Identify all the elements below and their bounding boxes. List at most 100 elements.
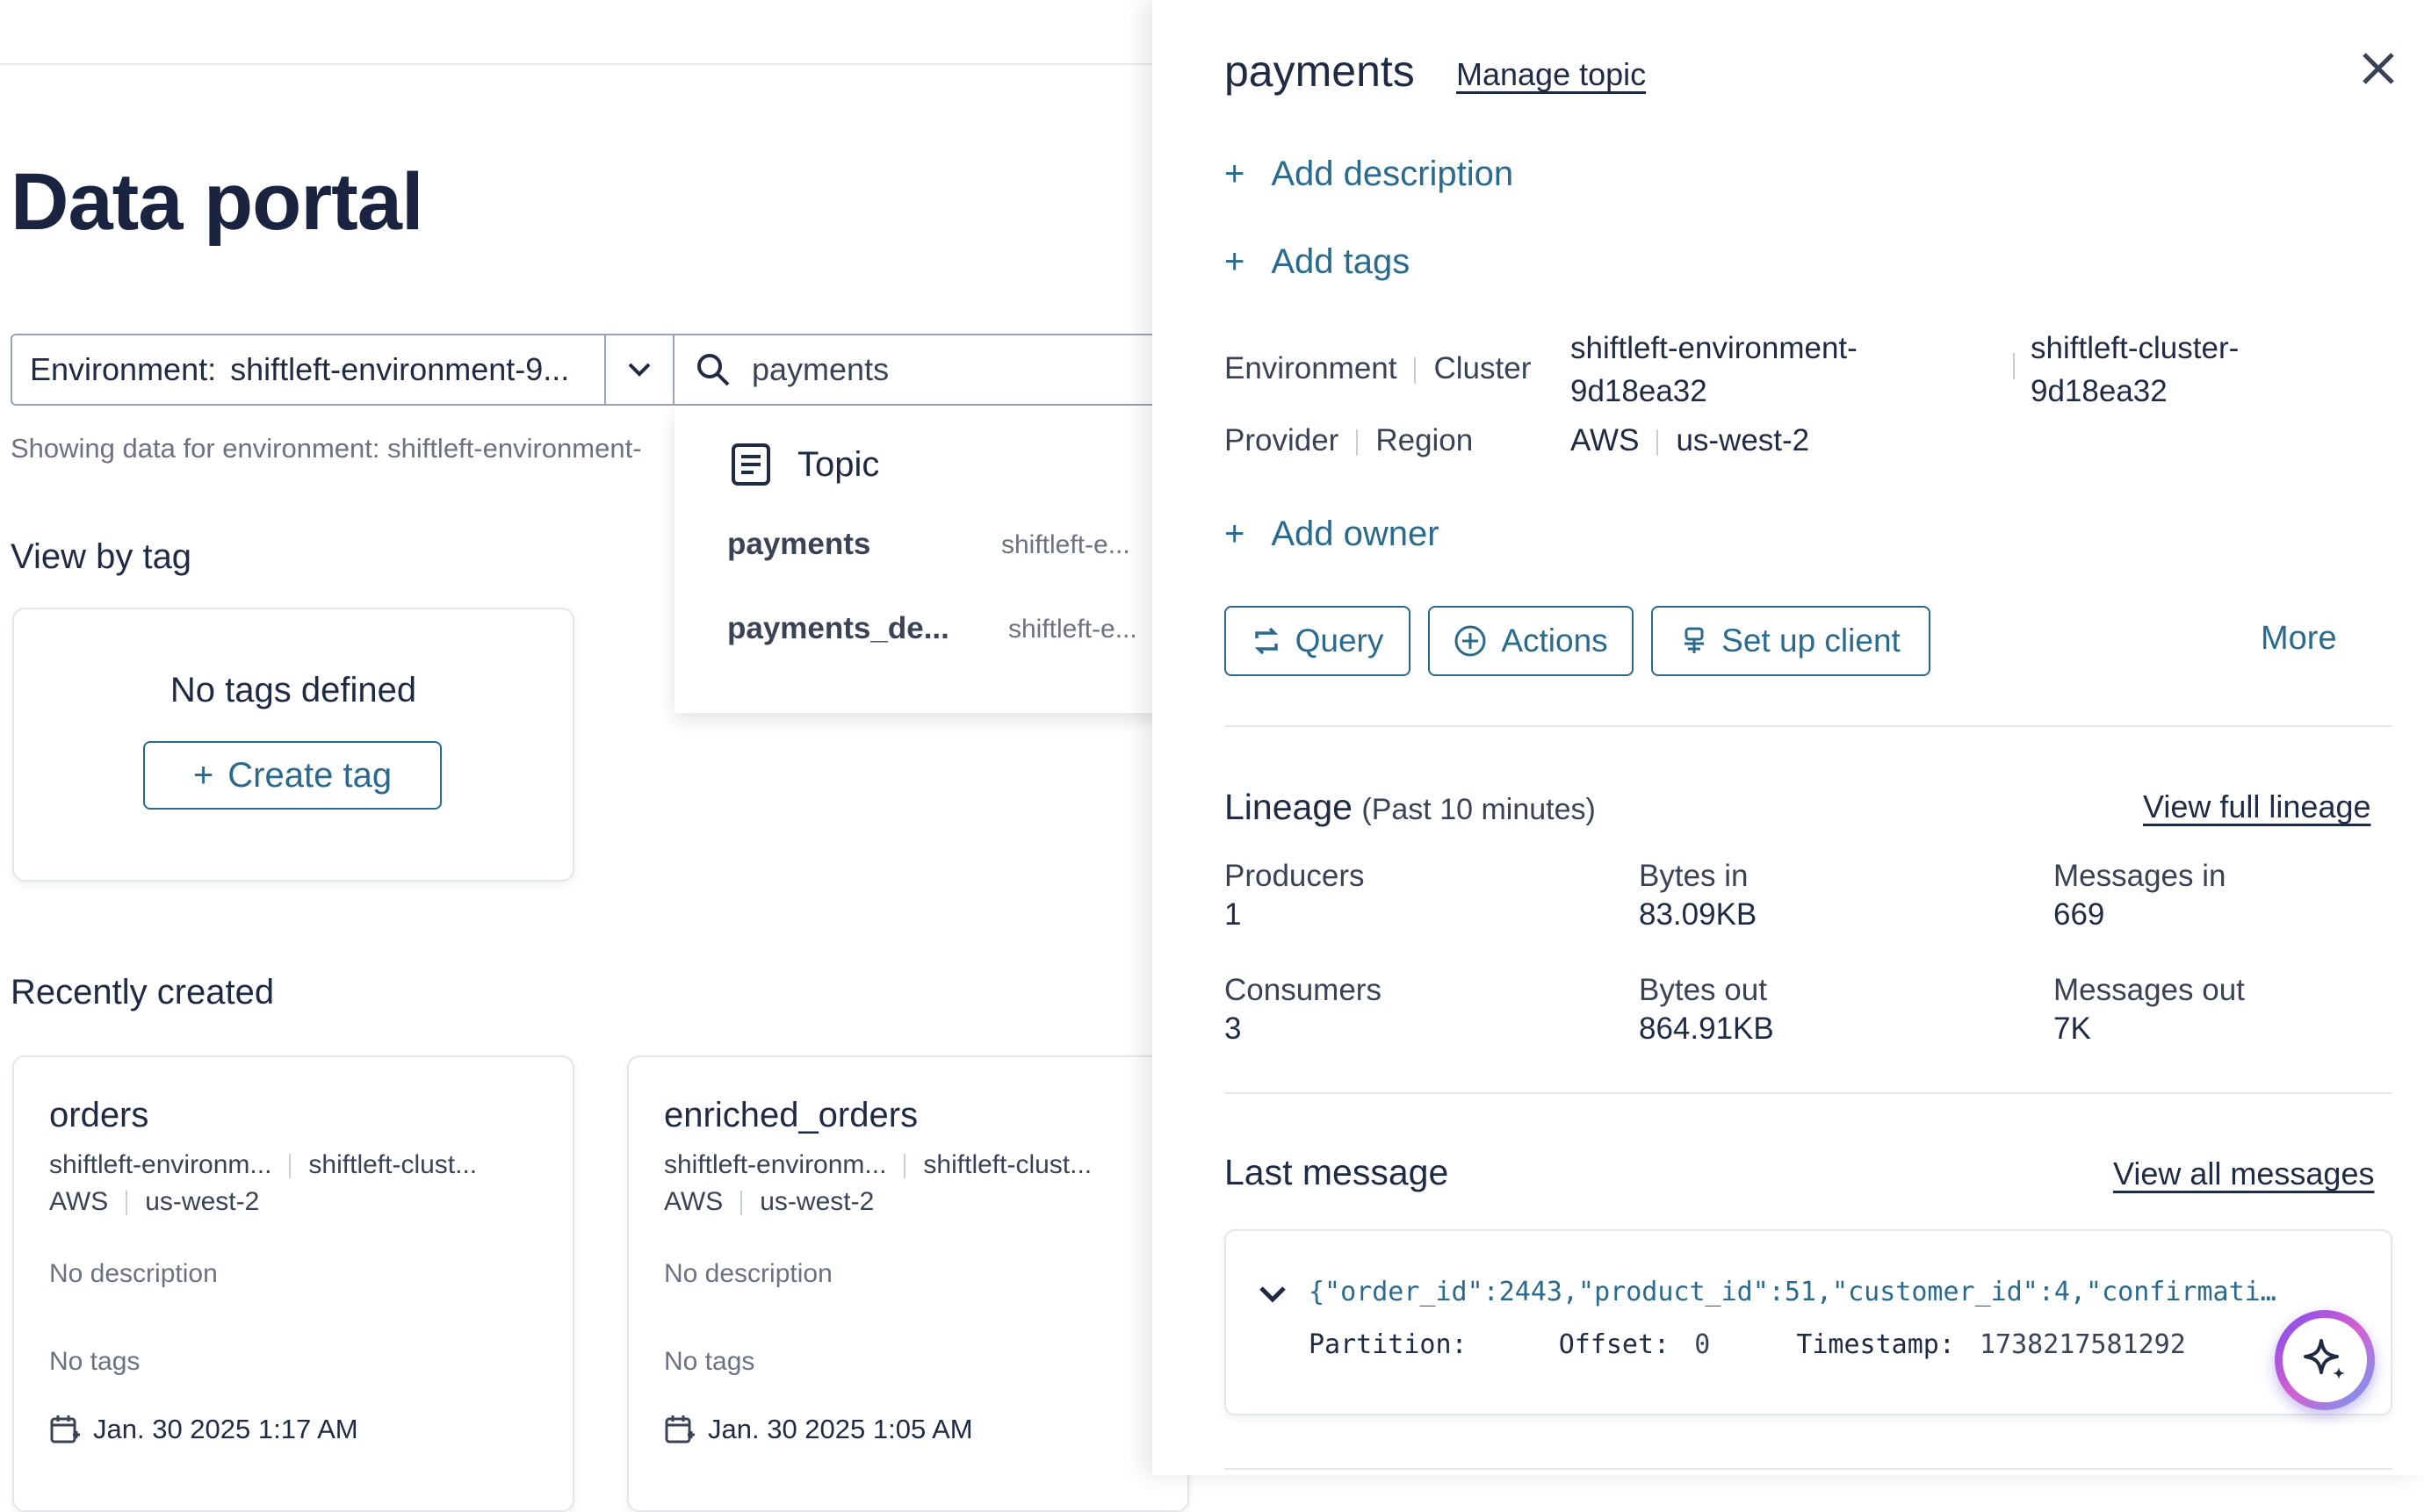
ai-assistant-button[interactable] (2275, 1310, 2375, 1410)
topic-card-orders[interactable]: orders shiftleft-environm... shiftleft-cl… (12, 1055, 574, 1512)
result-name: payments_de... (727, 611, 949, 645)
panel-title: payments (1224, 47, 1415, 96)
top-divider (0, 63, 1159, 65)
topic-card-enriched-orders[interactable]: enriched_orders shiftleft-environm... shi… (627, 1055, 1189, 1512)
add-description-label: Add description (1271, 155, 1514, 193)
no-tags-text: No tags defined (170, 671, 417, 709)
plus-circle-icon (1454, 625, 1486, 657)
close-button[interactable] (2359, 49, 2398, 88)
timestamp-value: 1738217581292 (1980, 1329, 2186, 1360)
result-env: shiftleft-e... (1008, 615, 1137, 644)
last-message-title: Last message (1224, 1152, 1449, 1192)
add-description-button[interactable]: + Add description (1224, 155, 1513, 194)
stat-value: 3 (1224, 1012, 1242, 1046)
card-title: enriched_orders (664, 1096, 919, 1134)
card-env: shiftleft-environm... (49, 1150, 272, 1179)
card-date: Jan. 30 2025 1:17 AM (93, 1414, 358, 1444)
view-full-lineage-link[interactable]: View full lineage (2143, 788, 2371, 825)
meta-separator (2013, 353, 2015, 379)
stat-label: Bytes out (1639, 973, 1767, 1007)
card-provider: AWS (49, 1187, 109, 1216)
plus-icon: + (192, 755, 214, 795)
client-icon (1685, 627, 1705, 653)
cluster-meta-value: shiftleft-cluster- (2031, 331, 2240, 365)
message-card: {"order_id":2443,"product_id":51,"custom… (1224, 1229, 2392, 1415)
cluster-meta-value-2: 9d18ea32 (2031, 374, 2168, 408)
offset-value: 0 (1694, 1329, 1711, 1360)
actions-button[interactable]: Actions (1428, 606, 1634, 676)
environment-label: Environment: (30, 351, 217, 387)
region-meta-label: Region (1375, 423, 1474, 457)
divider (1224, 725, 2392, 727)
tags-card: No tags defined + Create tag (12, 608, 574, 882)
card-env: shiftleft-environm... (664, 1150, 887, 1179)
card-region: us-west-2 (760, 1187, 875, 1216)
card-date: Jan. 30 2025 1:05 AM (708, 1414, 973, 1444)
stat-label: Producers (1224, 859, 1365, 893)
region-meta-value: us-west-2 (1676, 423, 1810, 457)
more-button[interactable]: More (2261, 620, 2337, 658)
card-description: No description (664, 1259, 833, 1288)
close-icon (2363, 53, 2394, 84)
lineage-subtitle: (Past 10 minutes) (1361, 793, 1596, 826)
card-tags: No tags (49, 1347, 141, 1376)
chevron-down-icon (1259, 1286, 1286, 1303)
provider-meta-label: Provider (1224, 423, 1339, 457)
card-title: orders (49, 1096, 149, 1134)
add-owner-button[interactable]: + Add owner (1224, 515, 1439, 554)
add-tags-label: Add tags (1271, 242, 1410, 281)
card-tags: No tags (664, 1347, 755, 1376)
stat-bytes-out: Bytes out 864.91KB (1639, 973, 1774, 1047)
add-tags-button[interactable]: + Add tags (1224, 242, 1410, 282)
search-results-dropdown: Topic payments shiftleft-e... payments_d… (675, 406, 1166, 713)
search-value: payments (752, 351, 890, 387)
cluster-meta-label: Cluster (1433, 351, 1532, 385)
stat-value: 7K (2053, 1012, 2091, 1046)
divider (1224, 1468, 2392, 1470)
stat-value: 83.09KB (1639, 897, 1757, 932)
environment-value: shiftleft-environment-9... (230, 351, 570, 387)
plus-icon: + (1224, 242, 1245, 281)
setup-client-button[interactable]: Set up client (1651, 606, 1930, 676)
card-description: No description (49, 1259, 218, 1288)
environment-select[interactable]: Environment: shiftleft-environment-9... (11, 334, 606, 406)
manage-topic-link[interactable]: Manage topic (1456, 56, 1646, 93)
result-name: payments (727, 527, 871, 561)
stat-label: Bytes in (1639, 859, 1749, 893)
view-by-tag-heading: View by tag (11, 537, 192, 576)
result-env: shiftleft-e... (1001, 530, 1130, 559)
partition-label: Partition: (1309, 1329, 1468, 1360)
card-cluster: shiftleft-clust... (308, 1150, 478, 1179)
search-icon (697, 354, 730, 386)
offset-label: Offset: (1558, 1329, 1670, 1360)
page-title: Data portal (11, 157, 424, 247)
card-region: us-west-2 (145, 1187, 260, 1216)
search-input[interactable]: payments (673, 334, 1165, 406)
stat-label: Consumers (1224, 973, 1382, 1007)
stat-producers: Producers 1 (1224, 859, 1365, 932)
document-icon (732, 443, 770, 486)
stat-label: Messages in (2053, 859, 2226, 893)
result-item[interactable]: payments_de... shiftleft-e... (727, 611, 1166, 664)
environment-meta-label: Environment (1224, 351, 1397, 385)
card-provider: AWS (664, 1187, 724, 1216)
stat-messages-out: Messages out 7K (2053, 973, 2245, 1047)
divider (1224, 1092, 2392, 1094)
result-item[interactable]: payments shiftleft-e... (727, 527, 1166, 580)
stat-value: 669 (2053, 897, 2105, 932)
environment-dropdown-toggle[interactable] (604, 334, 675, 406)
stat-consumers: Consumers 3 (1224, 973, 1382, 1047)
setup-client-label: Set up client (1721, 623, 1901, 659)
expand-message-toggle[interactable] (1258, 1284, 1288, 1305)
stat-messages-in: Messages in 669 (2053, 859, 2226, 932)
provider-meta-value: AWS (1570, 423, 1640, 457)
message-payload: {"order_id":2443,"product_id":51,"custom… (1309, 1277, 2276, 1307)
stat-value: 1 (1224, 897, 1242, 932)
actions-label: Actions (1501, 623, 1608, 659)
environment-meta-value-2: 9d18ea32 (1570, 374, 1707, 408)
query-button[interactable]: Query (1224, 606, 1410, 676)
view-all-messages-link[interactable]: View all messages (2113, 1156, 2374, 1192)
query-label: Query (1295, 623, 1384, 659)
calendar-add-icon (50, 1415, 80, 1444)
create-tag-button[interactable]: + Create tag (143, 741, 442, 810)
